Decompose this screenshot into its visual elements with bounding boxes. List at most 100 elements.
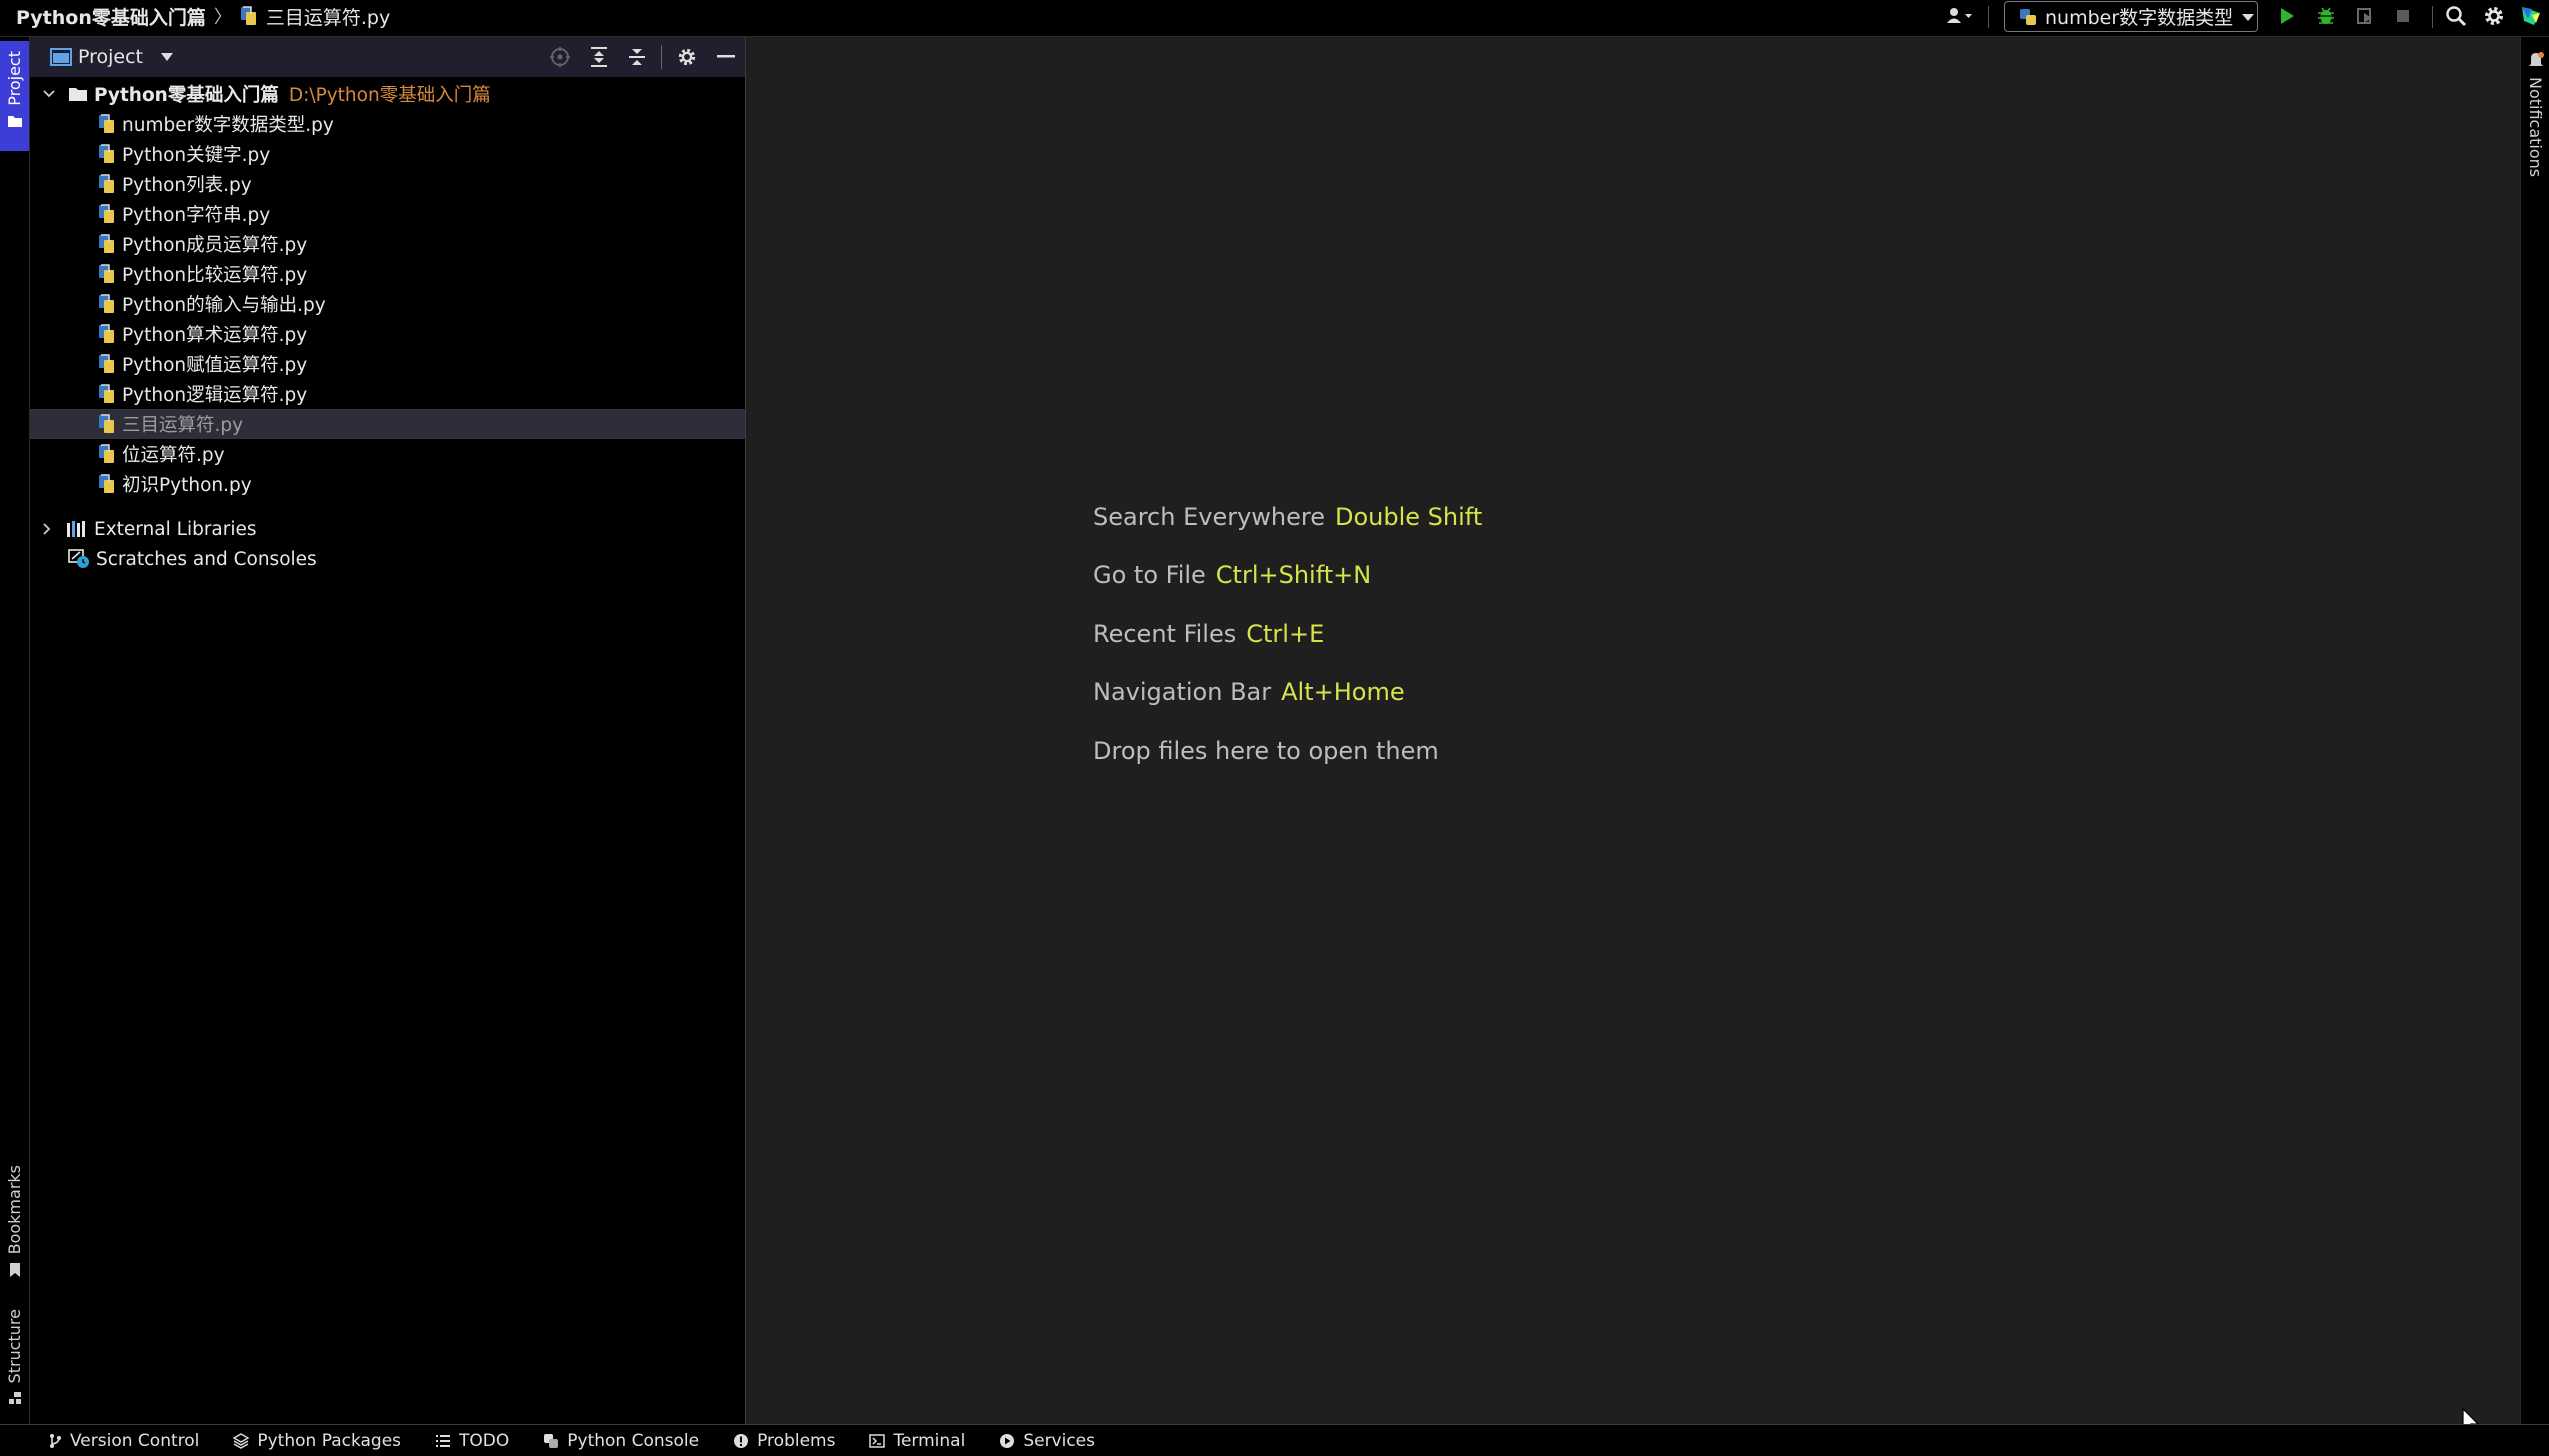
chevron-down-icon xyxy=(2241,12,2255,22)
tree-file-row[interactable]: 位运算符.py xyxy=(30,439,745,469)
python-file-icon xyxy=(98,324,116,344)
hint-search-everywhere: Search Everywhere Double Shift xyxy=(1093,503,1482,531)
python-file-icon xyxy=(98,264,116,284)
hint-shortcut: Alt+Home xyxy=(1281,678,1405,706)
hint-label: Go to File xyxy=(1093,561,1206,589)
notifications-tool-tab[interactable]: Notifications xyxy=(2521,51,2549,177)
problems-tab[interactable]: Problems xyxy=(733,1431,835,1451)
folder-icon xyxy=(7,114,23,128)
services-icon xyxy=(999,1433,1015,1449)
user-icon[interactable] xyxy=(1938,0,1982,32)
project-panel-header: Project xyxy=(30,37,745,77)
jetbrains-logo-icon[interactable] xyxy=(2513,0,2549,32)
tree-root-row[interactable]: Python零基础入门篇 D:\Python零基础入门篇 xyxy=(30,79,745,109)
scratches-icon xyxy=(68,549,90,569)
tree-root-label: Python零基础入门篇 xyxy=(94,85,279,106)
stop-icon[interactable] xyxy=(2386,0,2420,32)
hint-shortcut: Ctrl+E xyxy=(1246,620,1325,648)
tree-file-label: Python比较运算符.py xyxy=(122,265,308,286)
external-libraries-label: External Libraries xyxy=(94,518,257,540)
run-configuration-select[interactable]: number数字数据类型 xyxy=(2004,1,2258,32)
collapse-all-icon[interactable] xyxy=(618,37,656,77)
tree-file-label: Python算术运算符.py xyxy=(122,325,308,346)
run-configuration-label: number数字数据类型 xyxy=(2045,7,2234,29)
tree-scratches-row[interactable]: Scratches and Consoles xyxy=(30,544,745,574)
tree-file-label: Python成员运算符.py xyxy=(122,235,308,256)
python-console-icon xyxy=(543,1433,559,1449)
bottom-tool-bar: Version Control Python Packages TODO Pyt… xyxy=(0,1424,2549,1456)
expand-all-icon[interactable] xyxy=(580,37,618,77)
hint-navigation-bar: Navigation Bar Alt+Home xyxy=(1093,678,1405,706)
debug-icon[interactable] xyxy=(2309,0,2343,32)
chevron-down-icon[interactable] xyxy=(42,89,56,99)
hide-panel-icon[interactable] xyxy=(707,37,745,77)
hint-go-to-file: Go to File Ctrl+Shift+N xyxy=(1093,561,1371,589)
python-file-icon xyxy=(98,414,116,434)
tree-file-row[interactable]: Python的输入与输出.py xyxy=(30,289,745,319)
hint-label: Recent Files xyxy=(1093,620,1237,648)
hint-label: Search Everywhere xyxy=(1093,503,1325,531)
tree-file-row[interactable]: 初识Python.py xyxy=(30,469,745,499)
breadcrumb: Python零基础入门篇 〉 三目运算符.py xyxy=(16,0,390,32)
tree-file-row[interactable]: Python算术运算符.py xyxy=(30,319,745,349)
python-file-icon xyxy=(98,144,116,164)
version-control-tab[interactable]: Version Control xyxy=(48,1431,199,1451)
hint-recent-files: Recent Files Ctrl+E xyxy=(1093,620,1324,648)
scratches-label: Scratches and Consoles xyxy=(96,548,317,570)
bell-icon xyxy=(2528,51,2544,69)
bookmarks-tab-label: Bookmarks xyxy=(5,1165,24,1255)
search-icon[interactable] xyxy=(2439,0,2473,32)
bookmark-icon xyxy=(9,1262,21,1278)
tree-file-label: Python列表.py xyxy=(122,175,252,196)
tree-file-row[interactable]: Python关键字.py xyxy=(30,139,745,169)
python-file-icon xyxy=(98,384,116,404)
project-tool-tab[interactable]: Project xyxy=(0,41,29,151)
hint-shortcut: Ctrl+Shift+N xyxy=(1215,561,1372,589)
tree-external-libraries-row[interactable]: External Libraries xyxy=(30,514,745,544)
python-file-icon xyxy=(98,444,116,464)
hint-label: Navigation Bar xyxy=(1093,678,1272,706)
python-console-tab[interactable]: Python Console xyxy=(543,1431,699,1451)
tree-file-row[interactable]: number数字数据类型.py xyxy=(30,109,745,139)
left-tool-stripe: Project Bookmarks Structure xyxy=(0,37,30,1424)
tree-file-row[interactable]: Python字符串.py xyxy=(30,199,745,229)
locate-icon[interactable] xyxy=(541,37,579,77)
tree-file-row[interactable]: Python比较运算符.py xyxy=(30,259,745,289)
gear-icon[interactable] xyxy=(2477,0,2511,32)
tree-file-row[interactable]: Python成员运算符.py xyxy=(30,229,745,259)
terminal-tab[interactable]: Terminal xyxy=(869,1431,965,1451)
right-tool-stripe: Notifications xyxy=(2520,37,2549,1424)
terminal-icon xyxy=(869,1433,886,1448)
chevron-down-icon[interactable] xyxy=(160,52,174,62)
structure-tab-label: Structure xyxy=(5,1309,24,1384)
tree-file-label: Python逻辑运算符.py xyxy=(122,385,308,406)
todo-tab[interactable]: TODO xyxy=(435,1431,509,1451)
gear-icon[interactable] xyxy=(668,37,706,77)
tree-file-row[interactable]: Python逻辑运算符.py xyxy=(30,379,745,409)
breadcrumb-file[interactable]: 三目运算符.py xyxy=(266,3,390,30)
bookmarks-tool-tab[interactable]: Bookmarks xyxy=(0,1165,29,1278)
project-panel-title[interactable]: Project xyxy=(78,37,143,77)
python-config-icon xyxy=(2019,8,2037,26)
coverage-icon[interactable] xyxy=(2348,0,2382,32)
python-file-icon xyxy=(98,294,116,314)
tree-file-label: number数字数据类型.py xyxy=(122,115,334,136)
todo-label: TODO xyxy=(459,1430,510,1451)
python-file-icon xyxy=(98,474,116,494)
python-file-icon xyxy=(98,114,116,134)
breadcrumb-project[interactable]: Python零基础入门篇 xyxy=(16,3,206,30)
chevron-right-icon: 〉 xyxy=(213,7,232,28)
tree-file-row[interactable]: 三目运算符.py xyxy=(30,409,745,439)
layers-icon xyxy=(233,1432,250,1449)
chevron-right-icon[interactable] xyxy=(42,522,52,536)
services-tab[interactable]: Services xyxy=(999,1431,1095,1451)
structure-icon xyxy=(8,1391,22,1405)
run-icon[interactable] xyxy=(2270,0,2304,32)
tree-file-row[interactable]: Python赋值运算符.py xyxy=(30,349,745,379)
tree-file-row[interactable]: Python列表.py xyxy=(30,169,745,199)
structure-tool-tab[interactable]: Structure xyxy=(0,1309,29,1405)
python-packages-tab[interactable]: Python Packages xyxy=(233,1431,401,1451)
tree-file-label: 初识Python.py xyxy=(122,475,252,496)
navigation-bar: Python零基础入门篇 〉 三目运算符.py number数字数据类型 xyxy=(0,0,2549,37)
python-file-icon xyxy=(98,234,116,254)
